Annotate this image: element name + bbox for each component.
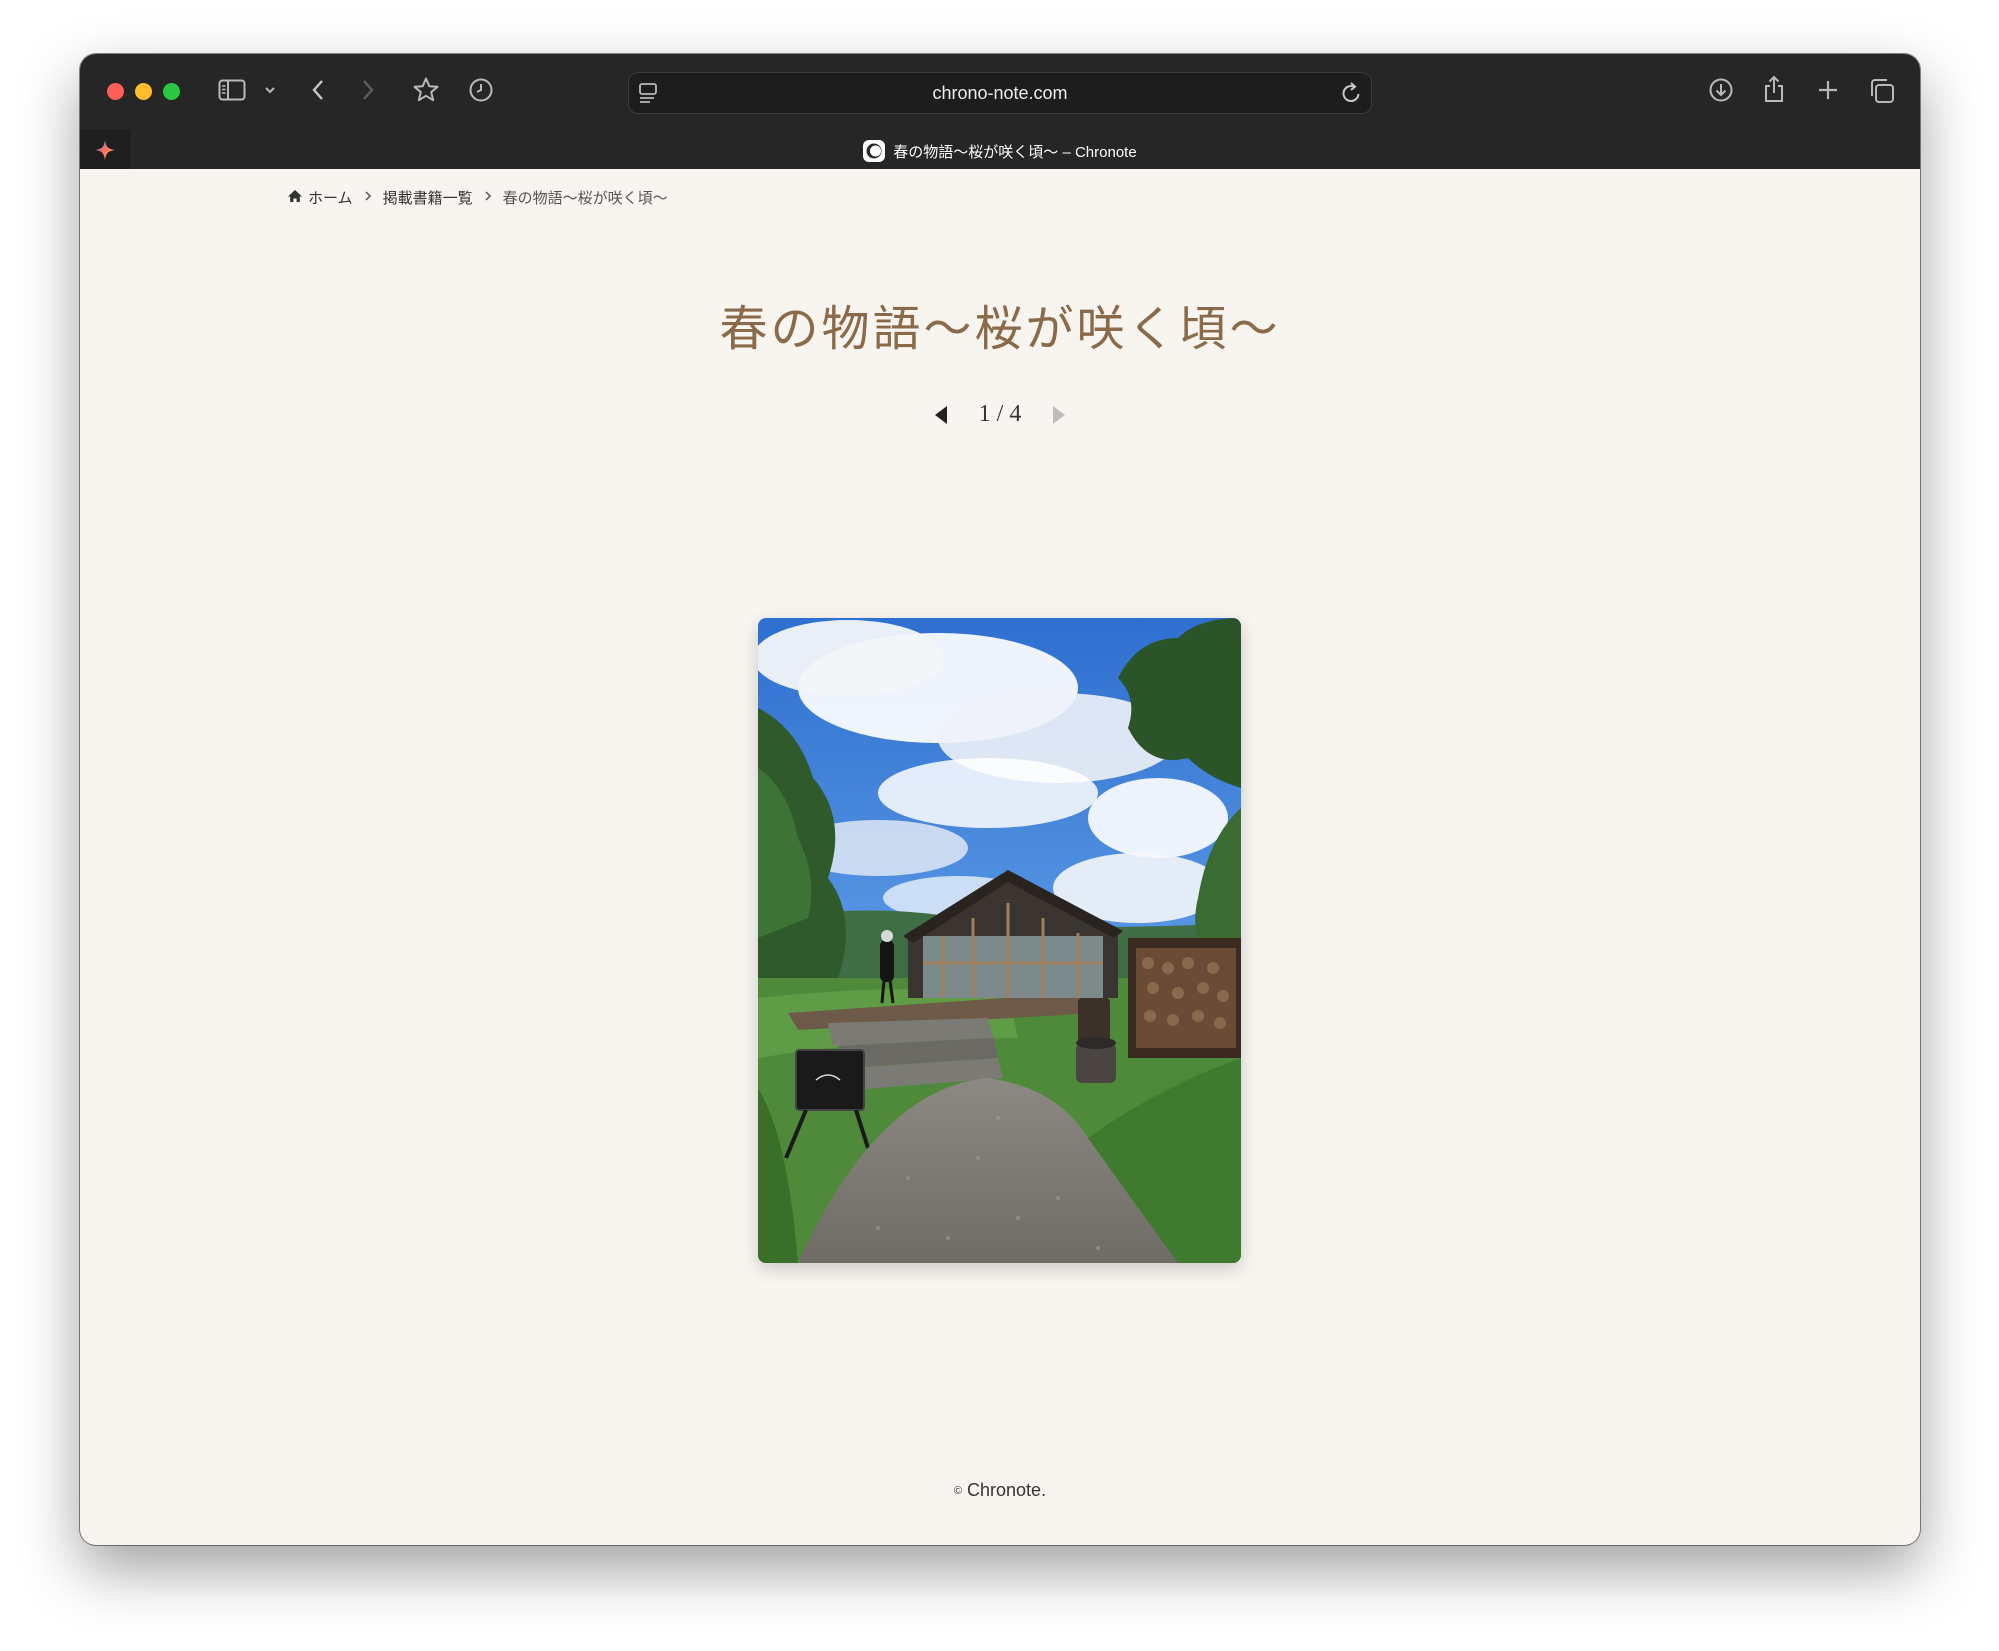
browser-window: chrono-note.com 春の物語〜桜が咲く頃〜 – Chronote ホ… xyxy=(80,54,1920,1545)
copyright-symbol: © xyxy=(953,1485,963,1498)
page-title: 春の物語〜桜が咲く頃〜 xyxy=(719,301,1281,357)
download-icon[interactable] xyxy=(1708,77,1734,103)
active-tab[interactable]: 春の物語〜桜が咲く頃〜 – Chronote xyxy=(80,140,1920,162)
breadcrumb-books-link[interactable]: 掲載書籍一覧 xyxy=(383,187,473,208)
browser-toolbar: chrono-note.com 春の物語〜桜が咲く頃〜 – Chronote xyxy=(80,54,1920,169)
breadcrumb-current: 春の物語〜桜が咲く頃〜 xyxy=(502,190,668,207)
chevron-right-icon xyxy=(483,189,493,206)
garden-cabin-photo xyxy=(758,618,1241,1263)
tabs-overview-icon[interactable] xyxy=(1868,77,1896,105)
tab-title-text: 春の物語〜桜が咲く頃〜 – Chronote xyxy=(893,143,1137,161)
next-arrow-icon[interactable] xyxy=(1049,403,1069,427)
forward-icon[interactable] xyxy=(360,78,376,102)
breadcrumb: ホーム 掲載書籍一覧 春の物語〜桜が咲く頃〜 xyxy=(287,187,668,208)
page-photo[interactable] xyxy=(758,618,1241,1263)
back-icon[interactable] xyxy=(310,78,326,102)
window-controls xyxy=(107,83,180,100)
home-icon[interactable] xyxy=(287,189,303,207)
site-favicon-icon xyxy=(863,140,886,162)
history-icon[interactable] xyxy=(468,77,494,103)
url-text[interactable]: chrono-note.com xyxy=(629,83,1371,104)
prev-arrow-icon[interactable] xyxy=(931,403,951,427)
close-window-button[interactable] xyxy=(107,83,124,100)
pager: 1 / 4 xyxy=(80,401,1920,428)
tab-bar: 春の物語〜桜が咲く頃〜 – Chronote xyxy=(80,130,1920,169)
footer: © Chronote. xyxy=(80,1480,1920,1501)
address-bar[interactable]: chrono-note.com xyxy=(628,72,1372,114)
chevron-right-icon xyxy=(363,189,373,206)
zoom-window-button[interactable] xyxy=(163,83,180,100)
new-tab-icon[interactable] xyxy=(1817,79,1839,101)
star-icon[interactable] xyxy=(412,76,440,104)
page-content: ホーム 掲載書籍一覧 春の物語〜桜が咲く頃〜 春の物語〜桜が咲く頃〜 1 / 4 xyxy=(80,169,1920,1545)
share-icon[interactable] xyxy=(1762,74,1786,104)
breadcrumb-home-link[interactable]: ホーム xyxy=(308,187,353,208)
minimize-window-button[interactable] xyxy=(135,83,152,100)
chevron-down-icon[interactable] xyxy=(264,85,276,95)
footer-text: Chronote. xyxy=(967,1480,1047,1500)
sidebar-icon[interactable] xyxy=(218,78,246,102)
reload-icon[interactable] xyxy=(1341,81,1363,105)
page-indicator: 1 / 4 xyxy=(978,401,1022,427)
